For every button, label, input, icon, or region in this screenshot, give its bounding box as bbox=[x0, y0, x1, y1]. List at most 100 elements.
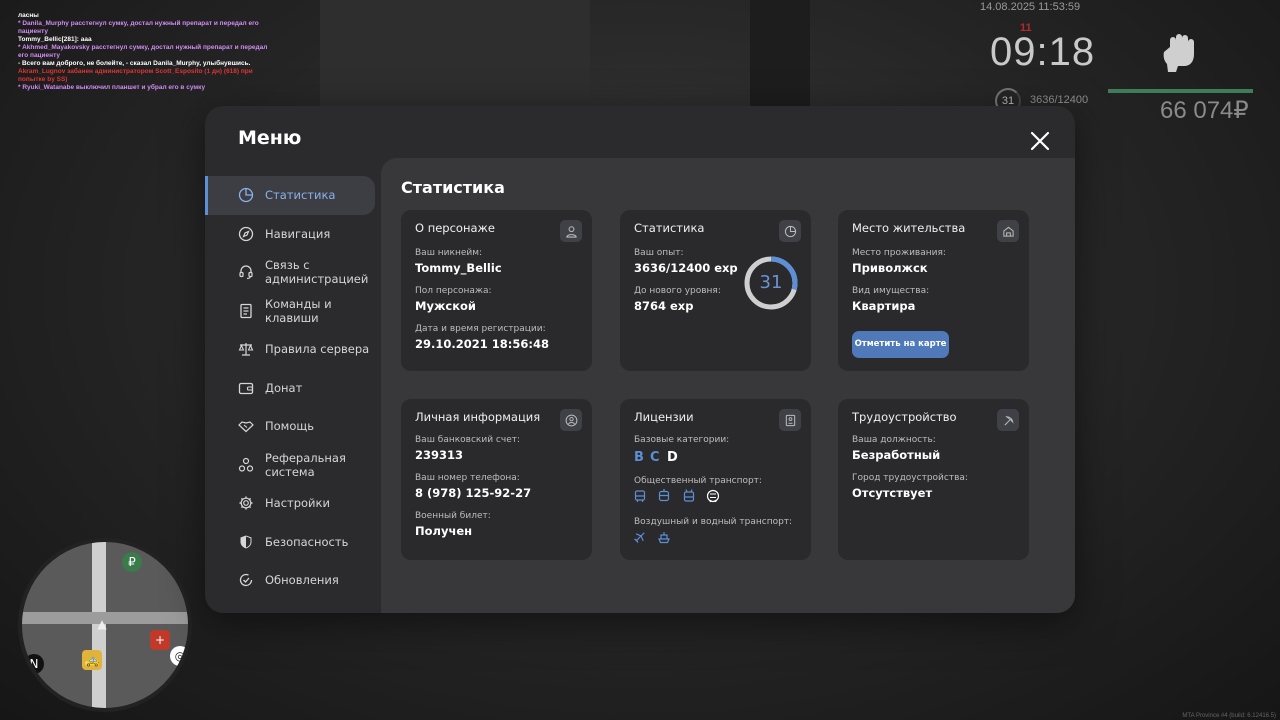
card-residence: Место жительства Место проживания: Приво… bbox=[838, 210, 1029, 371]
hud-datetime: 14.08.2025 11:53:59 bbox=[980, 1, 1081, 13]
level-value: 31 bbox=[759, 272, 783, 293]
sidebar-item-navigation[interactable]: Навигация bbox=[205, 215, 381, 254]
compass-icon bbox=[238, 226, 254, 242]
registration-value: 29.10.2021 18:56:48 bbox=[415, 337, 549, 351]
chat-line: ласны bbox=[18, 12, 39, 19]
sidebar-item-security[interactable]: Безопасность bbox=[205, 523, 381, 562]
user-icon bbox=[560, 220, 582, 242]
trolleybus-icon bbox=[682, 489, 696, 503]
shield-icon bbox=[238, 534, 254, 550]
scales-icon bbox=[238, 341, 254, 357]
military-label: Военный билет: bbox=[415, 511, 491, 521]
menu-title: Меню bbox=[238, 127, 302, 149]
card-licenses: Лицензии Базовые категории: B C D Общест… bbox=[620, 399, 811, 560]
content-panel: Статистика О персонаже Ваш никнейм: Tomm… bbox=[381, 158, 1075, 613]
chat-line: * Danila_Murphy расстегнул сумку, достал… bbox=[18, 20, 259, 35]
card-personal-info: Личная информация Ваш банковский счет: 2… bbox=[401, 399, 592, 560]
sidebar-item-updates[interactable]: Обновления bbox=[205, 561, 381, 600]
base-categories-label: Базовые категории: bbox=[634, 435, 730, 445]
pickaxe-icon bbox=[997, 409, 1019, 431]
card-title: Трудоустройство bbox=[852, 410, 957, 424]
sidebar-item-donate[interactable]: Донат bbox=[205, 369, 381, 408]
gender-value: Мужской bbox=[415, 299, 476, 313]
hud-health-bar bbox=[1108, 89, 1253, 93]
card-title: О персонаже bbox=[415, 221, 495, 235]
sidebar: Статистика Навигация Связь с администрац… bbox=[205, 176, 381, 600]
user-circle-icon bbox=[560, 409, 582, 431]
card-title: Статистика bbox=[634, 221, 705, 235]
chat-line: Akram_Lugnov забанен администратором Sco… bbox=[18, 68, 253, 83]
hud-exp: 3636/12400 bbox=[1030, 94, 1089, 106]
card-title: Место жительства bbox=[852, 221, 966, 235]
card-statistics: Статистика Ваш опыт: 3636/12400 exp До н… bbox=[620, 210, 811, 371]
chat-line: * Ryuki_Watanabe выключил планшет и убра… bbox=[18, 84, 206, 91]
pie-chart-icon bbox=[779, 220, 801, 242]
sidebar-item-rules[interactable]: Правила сервера bbox=[205, 330, 381, 369]
sidebar-item-label: Навигация bbox=[265, 226, 331, 241]
fist-icon bbox=[1162, 33, 1198, 73]
registration-label: Дата и время регистрации: bbox=[415, 324, 546, 334]
sidebar-item-label: Помощь bbox=[265, 419, 315, 434]
coach-icon bbox=[657, 489, 671, 503]
sidebar-item-label: Безопасность bbox=[265, 534, 349, 549]
mark-on-map-button[interactable]: Отметить на карте bbox=[852, 331, 949, 358]
boat-icon bbox=[657, 530, 671, 544]
residence-label: Место проживания: bbox=[852, 248, 946, 258]
nickname-label: Ваш никнейм: bbox=[415, 248, 483, 258]
pie-chart-icon bbox=[238, 187, 254, 203]
money-map-icon: ₽ bbox=[122, 552, 142, 572]
air-water-transport-label: Воздушный и водный транспорт: bbox=[634, 517, 793, 527]
close-button[interactable] bbox=[1027, 128, 1053, 154]
sidebar-item-label: Правила сервера bbox=[265, 342, 370, 357]
employment-city-value: Отсутствует bbox=[852, 486, 933, 500]
card-title: Личная информация bbox=[415, 410, 541, 424]
minimap: ₽ ▲ + 🚕 ◎ N bbox=[18, 538, 192, 712]
license-category-d: D bbox=[667, 450, 678, 465]
hud-clock: 09:18 bbox=[990, 30, 1096, 74]
referral-icon bbox=[238, 457, 254, 473]
bank-label: Ваш банковский счет: bbox=[415, 435, 521, 445]
hospital-map-icon: + bbox=[150, 630, 170, 650]
refresh-icon bbox=[238, 572, 254, 588]
sidebar-item-settings[interactable]: Настройки bbox=[205, 484, 381, 523]
north-icon: N bbox=[24, 654, 44, 674]
sidebar-item-help[interactable]: Помощь bbox=[205, 407, 381, 446]
tram-icon bbox=[706, 489, 720, 503]
close-icon[interactable] bbox=[1027, 128, 1053, 154]
residence-value: Приволжск bbox=[852, 261, 928, 275]
position-label: Ваша должность: bbox=[852, 435, 936, 445]
sidebar-item-label: Реферальная система bbox=[265, 450, 346, 479]
sidebar-item-label: Статистика bbox=[265, 188, 336, 203]
document-icon bbox=[238, 303, 254, 319]
card-character: О персонаже Ваш никнейм: Tommy_Bellic По… bbox=[401, 210, 592, 371]
sidebar-item-referral[interactable]: Реферальная система bbox=[205, 446, 381, 485]
sidebar-item-admin-contact[interactable]: Связь с администрацией bbox=[205, 253, 381, 292]
player-arrow-icon: ▲ bbox=[97, 617, 107, 631]
bank-value: 239313 bbox=[415, 448, 464, 462]
sidebar-item-label: Донат bbox=[265, 380, 303, 395]
phone-value: 8 (978) 125-92-27 bbox=[415, 486, 532, 500]
property-value: Квартира bbox=[852, 299, 916, 313]
hud-money: 66 074₽ bbox=[1160, 97, 1249, 124]
position-value: Безработный bbox=[852, 448, 941, 462]
sidebar-item-label: Связь с администрацией bbox=[265, 258, 369, 287]
bus-icon bbox=[633, 489, 647, 503]
exp-label: Ваш опыт: bbox=[634, 248, 684, 258]
sidebar-item-label: Команды и клавиши bbox=[265, 296, 332, 325]
sidebar-item-statistics[interactable]: Статистика bbox=[205, 176, 375, 215]
page-title: Статистика bbox=[401, 178, 505, 197]
next-level-label: До нового уровня: bbox=[634, 286, 721, 296]
house-icon bbox=[997, 220, 1019, 242]
airplane-icon bbox=[633, 530, 647, 544]
next-level-value: 8764 exp bbox=[634, 299, 694, 313]
menu-window: Меню Статистика Навигация Связь с админи… bbox=[205, 106, 1075, 613]
sidebar-item-label: Обновления bbox=[265, 573, 339, 588]
nickname-value: Tommy_Bellic bbox=[415, 261, 502, 275]
sidebar-item-commands[interactable]: Команды и клавиши bbox=[205, 292, 381, 331]
headset-icon bbox=[238, 264, 254, 280]
sidebar-item-label: Настройки bbox=[265, 496, 330, 511]
background-building bbox=[320, 0, 590, 110]
taxi-map-icon: 🚕 bbox=[82, 650, 102, 670]
wallet-icon bbox=[238, 380, 254, 396]
card-employment: Трудоустройство Ваша должность: Безработ… bbox=[838, 399, 1029, 560]
